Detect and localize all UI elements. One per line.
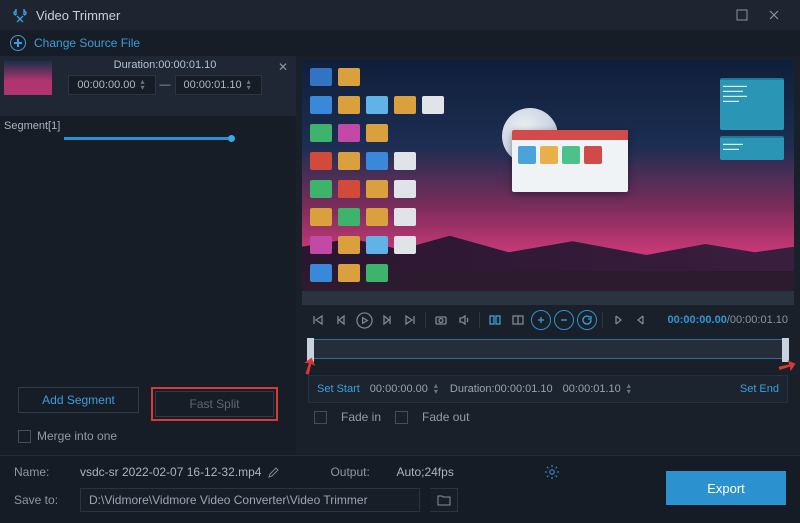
video-preview[interactable]: ▬▬▬▬▬▬▬▬▬▬▬▬▬▬▬▬▬▬▬▬▬ ▬▬▬▬▬▬▬▬▬: [302, 60, 794, 305]
stepper-start[interactable]: ▴▾: [139, 79, 147, 91]
next-frame-icon[interactable]: [377, 310, 397, 330]
reset-icon[interactable]: [577, 310, 597, 330]
export-button[interactable]: Export: [666, 471, 786, 505]
output-settings-icon[interactable]: [544, 464, 560, 480]
add-source-icon[interactable]: [10, 35, 26, 51]
preview-panel: ▬▬▬▬▬▬▬▬▬▬▬▬▬▬▬▬▬▬▬▬▬ ▬▬▬▬▬▬▬▬▬: [296, 56, 800, 455]
app-icon: [12, 7, 28, 23]
merge-label: Merge into one: [37, 429, 117, 443]
browse-folder-icon[interactable]: [430, 488, 458, 512]
segment-duration-label: Duration:00:00:01.10: [56, 59, 274, 71]
mark-in-icon[interactable]: [608, 310, 628, 330]
dash: —: [160, 79, 171, 91]
saveto-label: Save to:: [14, 493, 70, 507]
name-label: Name:: [14, 465, 70, 479]
set-end-button[interactable]: Set End: [740, 383, 779, 395]
app-title: Video Trimmer: [36, 8, 726, 23]
fade-options: Fade in Fade out: [302, 403, 794, 431]
name-value: vsdc-sr 2022-02-07 16-12-32.mp4: [80, 465, 280, 479]
segment-remove-icon[interactable]: ✕: [278, 60, 292, 74]
start-time-field[interactable]: 00:00:00.00 ▴▾: [370, 383, 440, 395]
fast-split-highlight: Fast Split: [151, 387, 278, 421]
volume-icon[interactable]: [454, 310, 474, 330]
change-source-link[interactable]: Change Source File: [34, 36, 140, 50]
fade-in-checkbox[interactable]: [314, 411, 327, 424]
set-start-button[interactable]: Set Start: [317, 383, 360, 395]
prev-frame-icon[interactable]: [331, 310, 351, 330]
zoom-out-icon[interactable]: [554, 310, 574, 330]
play-icon[interactable]: [354, 310, 374, 330]
fade-out-label: Fade out: [422, 410, 469, 424]
fast-split-button[interactable]: Fast Split: [155, 391, 274, 417]
zoom-in-icon[interactable]: [531, 310, 551, 330]
output-label: Output:: [330, 465, 386, 479]
compare-side-icon[interactable]: [485, 310, 505, 330]
footer: Name: vsdc-sr 2022-02-07 16-12-32.mp4 Ou…: [0, 455, 800, 523]
minimize-button[interactable]: [726, 3, 758, 27]
goto-start-icon[interactable]: [308, 310, 328, 330]
segment-info: Duration:00:00:01.10 00:00:00.00 ▴▾ — 00…: [56, 56, 274, 116]
segment-name: Segment[1]: [0, 116, 296, 135]
save-path-input[interactable]: D:\Vidmore\Vidmore Video Converter\Video…: [80, 488, 420, 512]
time-range-bar: Set Start 00:00:00.00 ▴▾ Duration:00:00:…: [308, 375, 788, 403]
segment-thumbnail: [4, 61, 52, 95]
fade-out-checkbox[interactable]: [395, 411, 408, 424]
snapshot-icon[interactable]: [431, 310, 451, 330]
close-button[interactable]: [758, 3, 790, 27]
segment-row[interactable]: Duration:00:00:01.10 00:00:00.00 ▴▾ — 00…: [0, 56, 296, 116]
time-display: 00:00:00.00/00:00:01.10: [667, 314, 788, 326]
fade-in-label: Fade in: [341, 410, 381, 424]
playback-controls: 00:00:00.00/00:00:01.10: [302, 305, 794, 335]
end-time-field[interactable]: 00:00:01.10 ▴▾: [563, 383, 633, 395]
edit-name-icon[interactable]: [267, 466, 280, 479]
toolbar: Change Source File: [0, 30, 800, 56]
segment-panel: Duration:00:00:01.10 00:00:00.00 ▴▾ — 00…: [0, 56, 296, 455]
segment-progress[interactable]: [64, 137, 232, 140]
mark-out-icon[interactable]: [631, 310, 651, 330]
duration-display: Duration:00:00:01.10: [450, 383, 553, 395]
goto-end-icon[interactable]: [400, 310, 420, 330]
stepper-end[interactable]: ▴▾: [245, 79, 253, 91]
main-area: Duration:00:00:01.10 00:00:00.00 ▴▾ — 00…: [0, 56, 800, 455]
titlebar: Video Trimmer: [0, 0, 800, 30]
output-value: Auto;24fps: [396, 465, 453, 479]
trim-track-area: ➚ ➚: [308, 339, 788, 363]
segment-end-input[interactable]: 00:00:01.10 ▴▾: [175, 75, 262, 95]
segment-start-input[interactable]: 00:00:00.00 ▴▾: [68, 75, 155, 95]
compare-fit-icon[interactable]: [508, 310, 528, 330]
trim-track[interactable]: [308, 339, 788, 359]
merge-checkbox[interactable]: [18, 430, 31, 443]
add-segment-button[interactable]: Add Segment: [18, 387, 139, 413]
